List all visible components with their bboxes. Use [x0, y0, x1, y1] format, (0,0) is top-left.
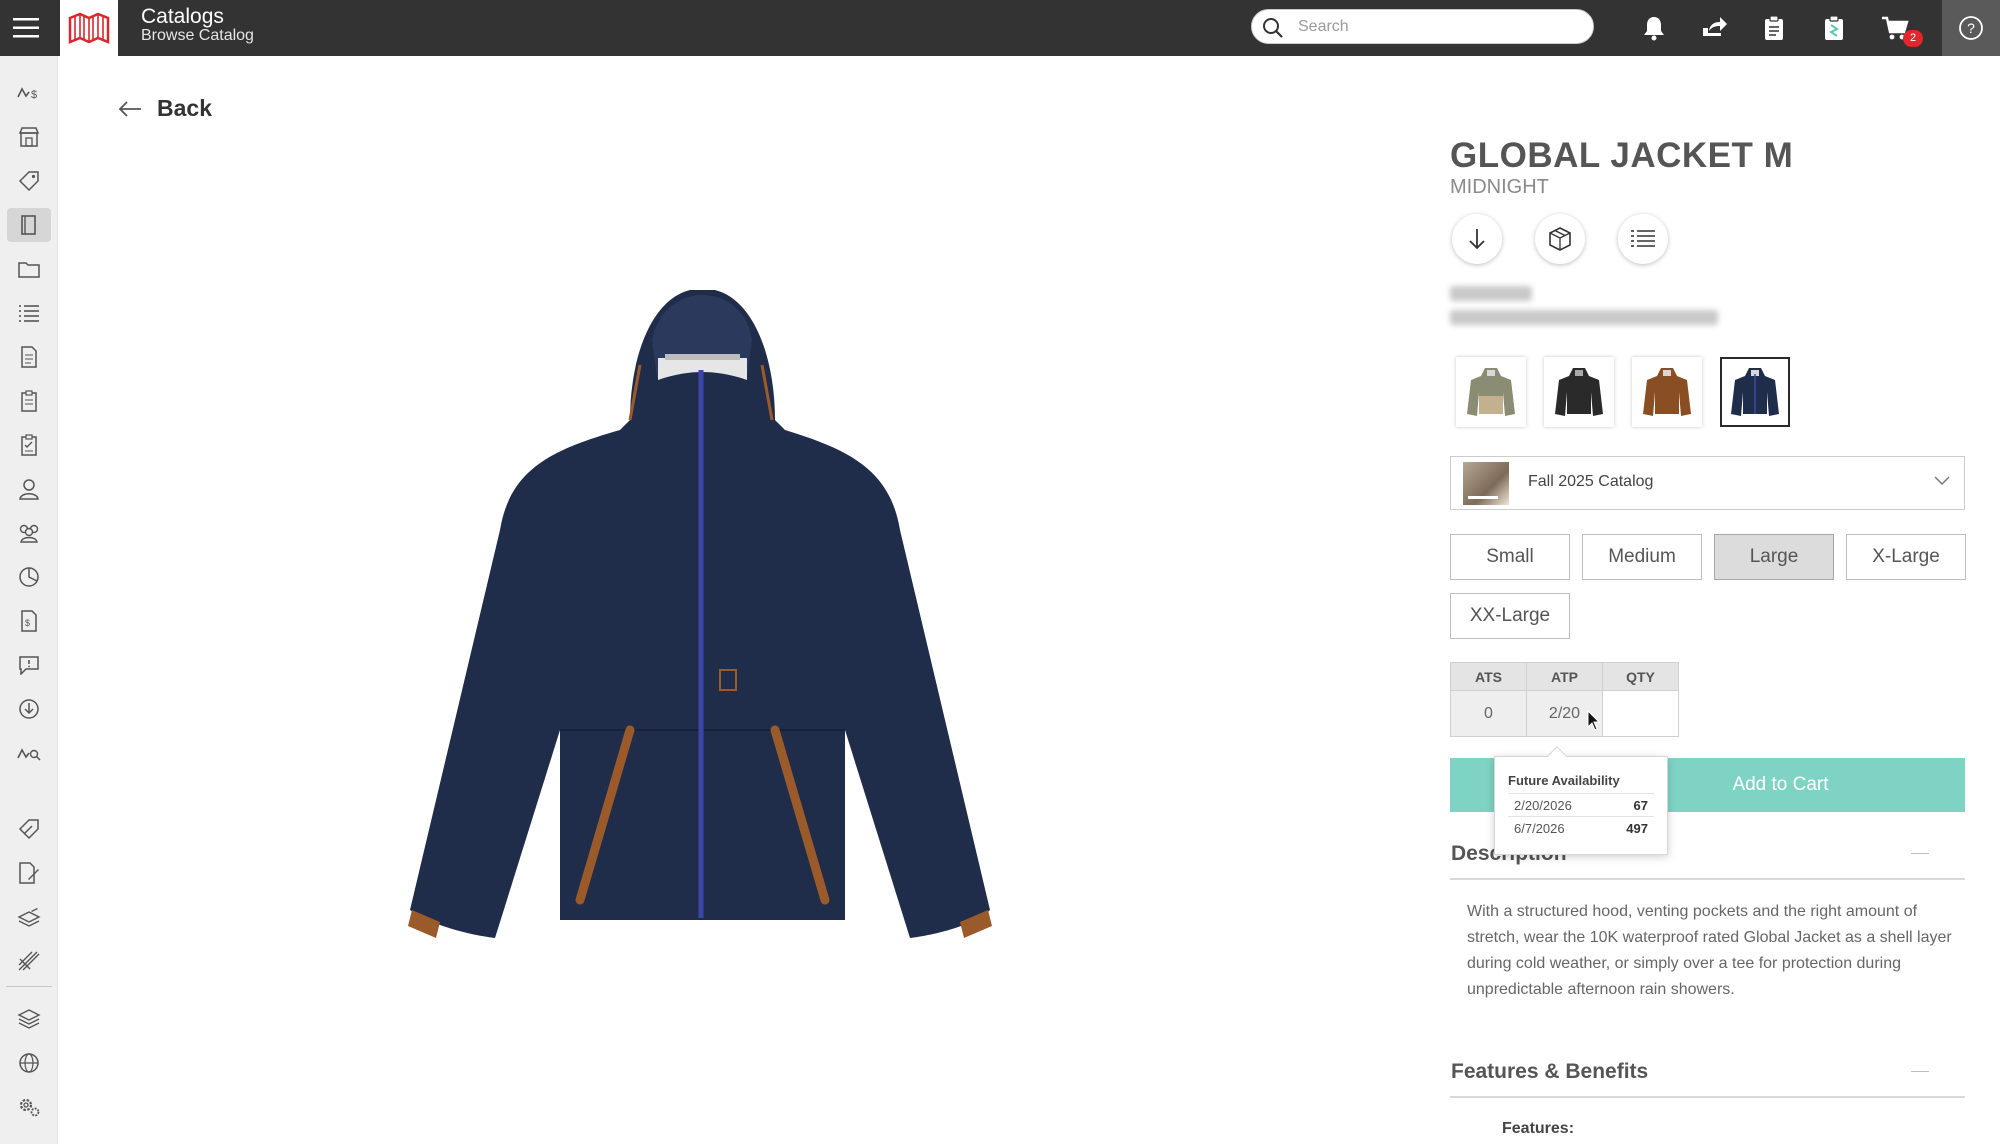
pie-chart-icon[interactable]: [7, 560, 51, 594]
catalog-thumbnail: [1463, 462, 1509, 505]
product-image: [408, 290, 992, 938]
availability-row: 6/7/2026 497: [1508, 816, 1654, 839]
tag-edit-icon[interactable]: [7, 812, 51, 846]
clipboard-icon[interactable]: [7, 384, 51, 418]
availability-qty: 67: [1633, 797, 1648, 813]
inventory-table: ATS ATP QTY 0 2/20: [1450, 662, 1679, 737]
search-icon: [1263, 18, 1283, 38]
document-edit-icon[interactable]: [7, 856, 51, 890]
top-bar: Catalogs Browse Catalog 2 ?: [0, 0, 2000, 56]
user-icon[interactable]: [7, 472, 51, 506]
catalog-icon[interactable]: [7, 208, 51, 242]
document-icon[interactable]: [7, 340, 51, 374]
qty-cell: [1602, 690, 1679, 737]
page-title: Catalogs: [141, 5, 224, 28]
tools-icon[interactable]: [7, 944, 51, 978]
features-subheading: Features:: [1502, 1120, 1575, 1137]
page-subtitle: Browse Catalog: [141, 27, 254, 44]
add-to-cart-label: Add to Cart: [1732, 774, 1829, 795]
availability-qty: 497: [1626, 820, 1648, 836]
layers-icon[interactable]: [7, 1002, 51, 1036]
size-xxlarge-button[interactable]: XX-Large: [1450, 593, 1570, 639]
mouse-cursor-icon: [1587, 710, 1601, 731]
swatch-midnight[interactable]: [1720, 357, 1790, 427]
tooltip-title: Future Availability: [1508, 773, 1620, 788]
svg-text:$: $: [25, 618, 30, 628]
features-section-header[interactable]: Features & Benefits: [1450, 1046, 1965, 1098]
trend-icon[interactable]: [7, 736, 51, 770]
search-input[interactable]: [1298, 16, 1578, 38]
collapse-icon: [1911, 853, 1929, 854]
stack-edit-icon[interactable]: [7, 900, 51, 934]
collapse-icon: [1911, 1071, 1929, 1072]
download-icon[interactable]: [7, 692, 51, 726]
sidebar-divider: [6, 986, 52, 987]
checklist-icon[interactable]: [7, 428, 51, 462]
clipboard-icon[interactable]: [1756, 10, 1792, 46]
svg-text:$: $: [31, 89, 37, 101]
jacket-thumbnail: [1467, 368, 1515, 416]
help-icon[interactable]: ?: [1942, 0, 2000, 56]
globe-icon[interactable]: [7, 1046, 51, 1080]
ats-header: ATS: [1450, 662, 1527, 691]
list-icon[interactable]: [7, 296, 51, 330]
cart-count-badge: 2: [1903, 30, 1923, 47]
swatch-brown[interactable]: [1632, 357, 1702, 427]
chevron-down-icon: [1934, 476, 1950, 486]
catalog-label: Fall 2025 Catalog: [1528, 473, 1654, 490]
folder-icon[interactable]: [7, 252, 51, 286]
left-sidebar: $ $: [0, 56, 58, 1144]
size-medium-button[interactable]: Medium: [1582, 534, 1702, 580]
blurred-pricing: [1450, 310, 1718, 325]
availability-date: 6/7/2026: [1514, 820, 1565, 836]
jacket-thumbnail: [1731, 368, 1779, 416]
description-text: With a structured hood, venting pockets …: [1467, 903, 1952, 998]
jacket-thumbnail: [1555, 368, 1603, 416]
size-large-button[interactable]: Large: [1714, 534, 1834, 580]
logo[interactable]: [60, 0, 118, 56]
svg-text:?: ?: [1967, 20, 1975, 36]
search-box: [1251, 9, 1594, 44]
clipboard-check-icon[interactable]: [1816, 10, 1852, 46]
features-heading: Features & Benefits: [1451, 1060, 1649, 1083]
jacket-thumbnail: [1643, 368, 1691, 416]
qty-header: QTY: [1602, 662, 1679, 691]
analytics-icon[interactable]: $: [7, 76, 51, 110]
tag-icon[interactable]: [7, 164, 51, 198]
ats-value: 0: [1450, 690, 1527, 737]
atp-header: ATP: [1526, 662, 1603, 691]
qty-input[interactable]: [1603, 691, 1678, 736]
tooltip-arrow: [1547, 746, 1567, 766]
share-icon[interactable]: [1696, 10, 1732, 46]
package-button[interactable]: [1535, 214, 1585, 264]
swatch-olive[interactable]: [1456, 357, 1526, 427]
arrow-left-icon: [118, 100, 141, 117]
availability-date: 2/20/2026: [1514, 797, 1572, 813]
invoice-icon[interactable]: $: [7, 604, 51, 638]
back-button[interactable]: Back: [117, 95, 212, 122]
future-availability-tooltip: Future Availability 2/20/2026 67 6/7/202…: [1494, 746, 1668, 855]
list-icon: [1631, 230, 1655, 247]
size-small-button[interactable]: Small: [1450, 534, 1570, 580]
product-color: MIDNIGHT: [1450, 176, 1549, 198]
size-xlarge-button[interactable]: X-Large: [1846, 534, 1966, 580]
menu-icon[interactable]: [0, 0, 52, 56]
bell-icon[interactable]: [1636, 10, 1672, 46]
back-label: Back: [157, 95, 212, 121]
product-name: GLOBAL JACKET M: [1450, 136, 1794, 175]
availability-row: 2/20/2026 67: [1508, 793, 1654, 816]
blurred-sku: [1450, 286, 1532, 301]
catalog-select[interactable]: Fall 2025 Catalog: [1450, 456, 1965, 510]
details-list-button[interactable]: [1618, 214, 1668, 264]
arrow-down-icon: [1469, 229, 1485, 250]
box-icon: [1549, 227, 1571, 251]
download-button[interactable]: [1452, 214, 1502, 264]
message-icon[interactable]: [7, 648, 51, 682]
store-icon[interactable]: [7, 120, 51, 154]
settings-icon[interactable]: [7, 1090, 51, 1124]
users-icon[interactable]: [7, 516, 51, 550]
swatch-black[interactable]: [1544, 357, 1614, 427]
